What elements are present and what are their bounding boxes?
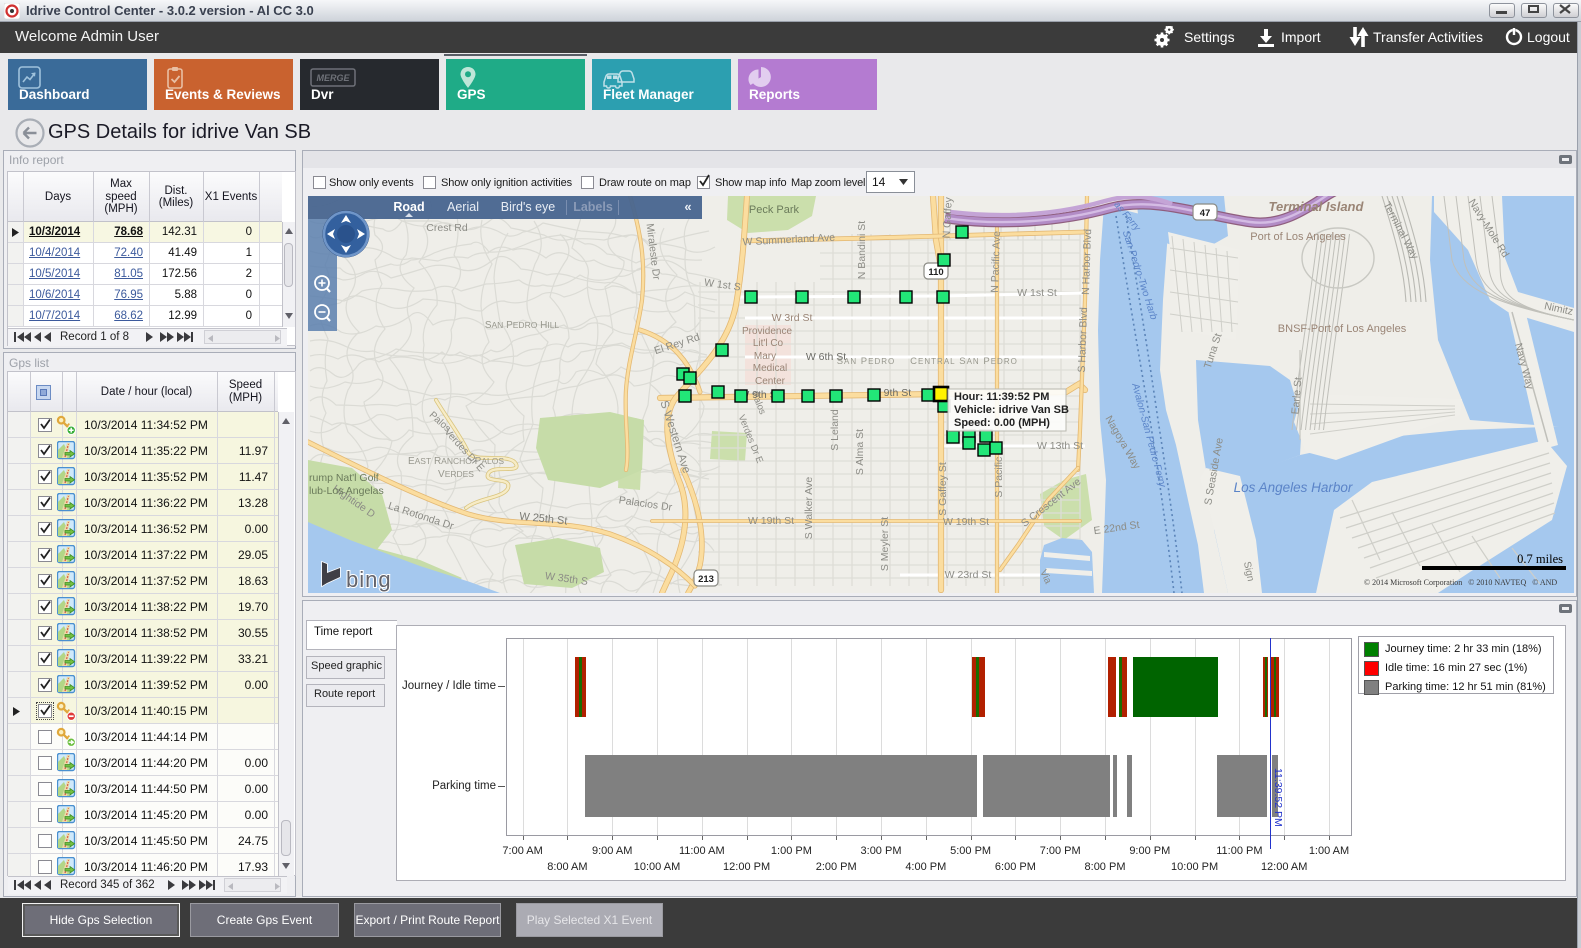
svg-text:© 2014 Microsoft Corporation: © 2014 Microsoft Corporation © 2010 NAVT… — [1364, 578, 1557, 587]
svg-text:bing: bing — [346, 567, 392, 592]
svg-text:VERDES: VERDES — [438, 469, 474, 480]
svg-text:Speed: 0.00 (MPH): Speed: 0.00 (MPH) — [954, 417, 1050, 429]
svg-text:110: 110 — [928, 267, 943, 278]
svg-text:rump Nat'l Golf: rump Nat'l Golf — [309, 472, 379, 484]
svg-text:Road: Road — [393, 200, 424, 214]
svg-text:Port of Los Angeles: Port of Los Angeles — [1250, 231, 1346, 243]
svg-text:N Harbor Blvd: N Harbor Blvd — [1080, 229, 1094, 295]
svg-text:Providence: Providence — [742, 326, 792, 337]
svg-text:Los Angeles Harbor: Los Angeles Harbor — [1234, 480, 1353, 495]
svg-text:S Alma St: S Alma St — [854, 429, 866, 475]
svg-text:CENTRAL SAN PEDRO: CENTRAL SAN PEDRO — [910, 356, 1018, 367]
svg-text:S Harbor Blvd: S Harbor Blvd — [1076, 307, 1090, 373]
svg-text:Lit'l Co: Lit'l Co — [753, 338, 784, 349]
svg-text:S Gaffey St: S Gaffey St — [937, 462, 949, 516]
svg-text:S Walker Ave: S Walker Ave — [803, 477, 815, 540]
svg-text:«: « — [684, 199, 691, 214]
svg-text:213: 213 — [698, 574, 714, 585]
svg-text:47: 47 — [1200, 208, 1211, 219]
svg-text:S Leland: S Leland — [829, 409, 841, 451]
svg-text:Mary: Mary — [754, 351, 776, 362]
svg-text:S Meyler St: S Meyler St — [879, 517, 891, 571]
svg-text:BNSF-Port of Los Angeles: BNSF-Port of Los Angeles — [1278, 323, 1407, 335]
svg-text:Bird's eye: Bird's eye — [501, 200, 556, 214]
svg-text:W 19th St: W 19th St — [943, 516, 989, 528]
svg-text:Vehicle: idrive Van SB: Vehicle: idrive Van SB — [954, 404, 1069, 416]
svg-text:Aerial: Aerial — [447, 200, 479, 214]
svg-text:Medical: Medical — [753, 363, 787, 374]
svg-text:W 19th St: W 19th St — [748, 515, 794, 527]
svg-text:W 1st St: W 1st St — [1017, 287, 1057, 299]
svg-text:SAN PEDRO HILL: SAN PEDRO HILL — [485, 320, 560, 331]
svg-text:W 23rd St: W 23rd St — [945, 569, 992, 581]
svg-text:W 3rd St: W 3rd St — [772, 312, 813, 324]
svg-text:0.7 miles: 0.7 miles — [1517, 552, 1563, 566]
svg-text:Labels: Labels — [573, 200, 613, 214]
svg-text:EAST RANCHO PALOS: EAST RANCHO PALOS — [408, 456, 504, 467]
svg-text:Center: Center — [755, 376, 786, 387]
svg-text:N Pacific Ave: N Pacific Ave — [989, 231, 1003, 293]
svg-text:Terminal Island: Terminal Island — [1269, 199, 1365, 214]
svg-text:lub-Los Angelas: lub-Los Angelas — [309, 485, 384, 497]
svg-text:Crest Rd: Crest Rd — [426, 222, 468, 234]
svg-text:SAN PEDRO: SAN PEDRO — [837, 356, 896, 367]
svg-text:Peck Park: Peck Park — [749, 204, 800, 216]
svg-text:MERGE: MERGE — [316, 73, 350, 83]
svg-text:W 13th St: W 13th St — [1037, 440, 1083, 452]
svg-text:N Bandini St: N Bandini St — [856, 221, 868, 279]
svg-text:Hour: 11:39:52 PM: Hour: 11:39:52 PM — [954, 391, 1049, 403]
